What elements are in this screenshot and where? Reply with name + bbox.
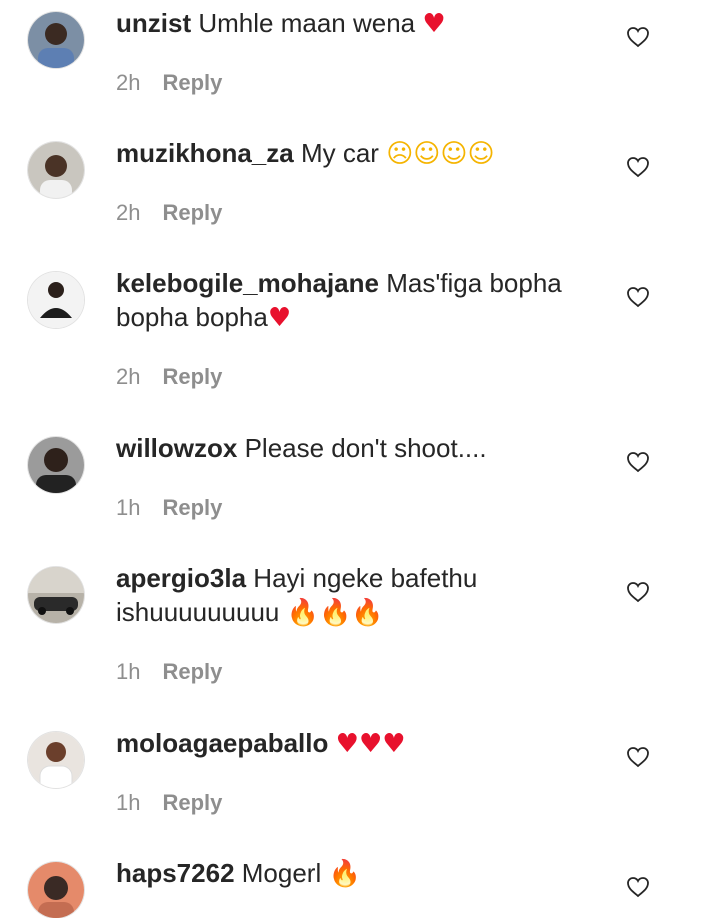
like-heart-icon[interactable]: [626, 746, 650, 768]
comment-timestamp: 2h: [116, 364, 141, 389]
red-heart-emoji: ♥: [422, 9, 446, 39]
comment-timestamp: 1h: [116, 495, 141, 520]
reply-button[interactable]: Reply: [162, 70, 222, 95]
reply-button[interactable]: Reply: [162, 200, 222, 225]
comment-timestamp: 1h: [116, 659, 141, 684]
avatar[interactable]: [28, 862, 84, 918]
reply-button[interactable]: Reply: [162, 495, 222, 520]
reply-button[interactable]: Reply: [162, 364, 222, 389]
comment-text: Umhle maan wena: [198, 8, 416, 38]
red-heart-emoji: ♥: [267, 303, 292, 333]
avatar[interactable]: [28, 12, 84, 68]
grinning-sweat-emoji: ☺: [413, 139, 441, 169]
avatar[interactable]: [28, 437, 84, 493]
red-heart-emoji: ♥: [382, 729, 406, 759]
red-heart-emoji: ♥: [335, 729, 359, 759]
like-heart-icon[interactable]: [626, 876, 650, 898]
avatar[interactable]: [28, 142, 84, 198]
crying-face-emoji: ☹: [386, 139, 414, 169]
fire-emoji: 🔥: [319, 598, 352, 628]
comment-timestamp: 2h: [116, 200, 141, 225]
fire-emoji: 🔥: [351, 598, 384, 628]
comment-text: My car: [300, 138, 379, 168]
avatar[interactable]: [28, 272, 84, 328]
comment-text: Please don't shoot....: [244, 433, 487, 463]
fire-emoji: 🔥: [286, 598, 319, 628]
comment-username[interactable]: willowzox: [116, 433, 237, 463]
comment-username[interactable]: muzikhona_za: [116, 138, 294, 168]
comment-timestamp: 2h: [116, 70, 141, 95]
comment-username[interactable]: kelebogile_mohajane: [116, 268, 379, 298]
comment-text: Mogerl: [241, 858, 322, 888]
like-heart-icon[interactable]: [626, 156, 650, 178]
grinning-sweat-emoji: ☺: [440, 139, 468, 169]
comment-username[interactable]: unzist: [116, 8, 191, 38]
comment-timestamp: 1h: [116, 790, 141, 815]
avatar[interactable]: [28, 567, 84, 623]
avatar[interactable]: [28, 732, 84, 788]
like-heart-icon[interactable]: [626, 286, 650, 308]
like-heart-icon[interactable]: [626, 26, 650, 48]
comment-username[interactable]: haps7262: [116, 858, 235, 888]
comment-username[interactable]: moloagaepaballo: [116, 728, 328, 758]
like-heart-icon[interactable]: [626, 581, 650, 603]
comment-username[interactable]: apergio3la: [116, 563, 246, 593]
reply-button[interactable]: Reply: [162, 790, 222, 815]
red-heart-emoji: ♥: [358, 729, 383, 759]
grinning-sweat-emoji: ☺: [467, 139, 495, 169]
fire-emoji: 🔥: [328, 859, 361, 889]
reply-button[interactable]: Reply: [162, 659, 222, 684]
like-heart-icon[interactable]: [626, 451, 650, 473]
